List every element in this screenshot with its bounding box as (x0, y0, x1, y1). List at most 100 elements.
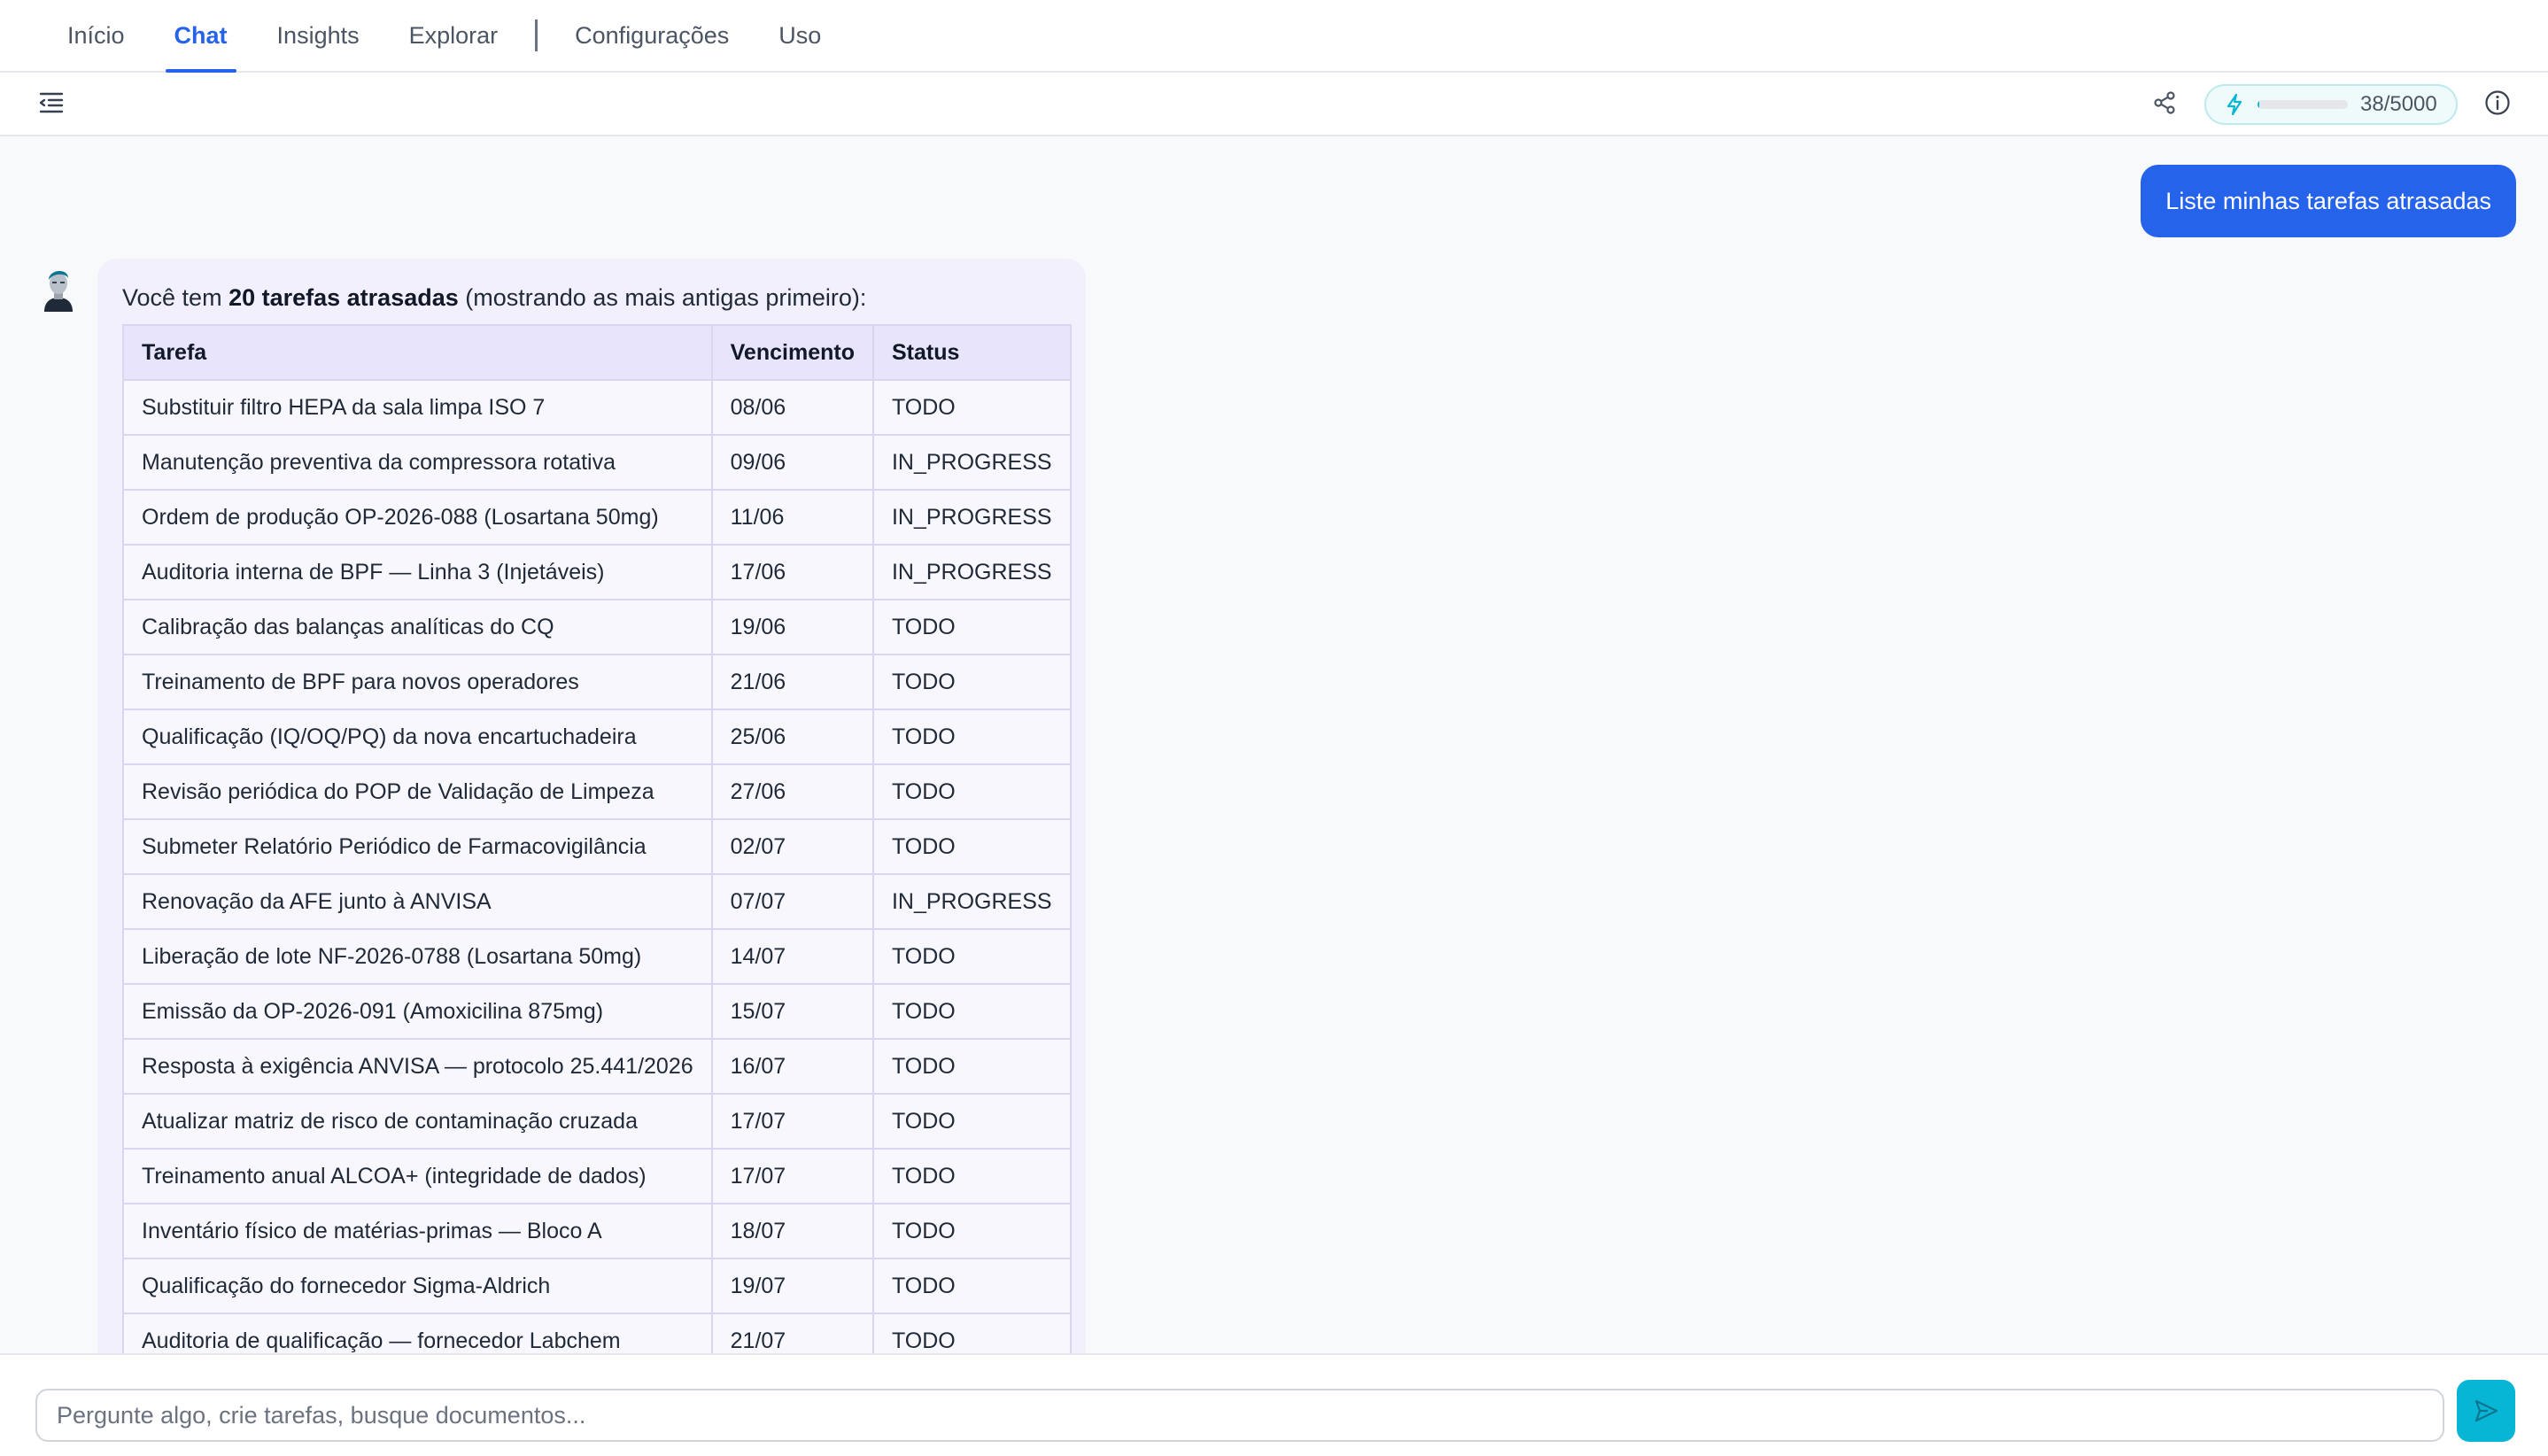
status-cell: IN_PROGRESS (871, 434, 1072, 491)
table-row: Calibração das balanças analíticas do CQ… (122, 599, 1072, 655)
lightning-icon (2224, 94, 2245, 115)
table-row: Revisão periódica do POP de Validação de… (122, 763, 1072, 820)
task-name-cell: Manutenção preventiva da compressora rot… (122, 434, 713, 491)
status-cell: TODO (871, 928, 1072, 985)
quota-progress-fill (2258, 100, 2260, 109)
due-date-cell: 08/06 (710, 379, 874, 436)
table-row: Liberação de lote NF-2026-0788 (Losartan… (122, 928, 1072, 985)
due-date-cell: 09/06 (710, 434, 874, 491)
sidebar-collapse-button[interactable] (35, 87, 67, 119)
status-cell: TODO (871, 654, 1072, 710)
user-message: Liste minhas tarefas atrasadas (2141, 165, 2516, 237)
chat-input[interactable] (35, 1389, 2444, 1442)
table-row: Treinamento de BPF para novos operadores… (122, 654, 1072, 710)
due-date-cell: 21/06 (710, 654, 874, 710)
due-date-cell: 07/07 (710, 873, 874, 930)
send-button[interactable] (2457, 1380, 2515, 1442)
task-name-cell: Emissão da OP-2026-091 (Amoxicilina 875m… (122, 983, 713, 1040)
table-row: Atualizar matriz de risco de contaminaçã… (122, 1093, 1072, 1150)
table-row: Renovação da AFE junto à ANVISA 07/07 IN_P… (122, 873, 1072, 930)
due-date-cell: 21/07 (710, 1313, 874, 1353)
tab-configuracoes[interactable]: Configurações (550, 0, 754, 71)
status-cell: TODO (871, 1093, 1072, 1150)
due-date-cell: 19/07 (710, 1258, 874, 1314)
sidebar-collapse-icon (39, 92, 64, 113)
table-row: Auditoria interna de BPF — Linha 3 (Inje… (122, 544, 1072, 600)
status-cell: TODO (871, 709, 1072, 765)
table-row: Treinamento anual ALCOA+ (integridade de… (122, 1148, 1072, 1204)
due-date-cell: 18/07 (710, 1203, 874, 1259)
top-nav: Início Chat Insights Explorar Configuraç… (0, 0, 2548, 73)
due-date-cell: 17/07 (710, 1148, 874, 1204)
status-cell: IN_PROGRESS (871, 873, 1072, 930)
tab-chat[interactable]: Chat (150, 0, 252, 73)
share-icon (2154, 91, 2175, 114)
status-cell: TODO (871, 763, 1072, 820)
tab-inicio[interactable]: Início (43, 0, 150, 71)
table-row: Submeter Relatório Periódico de Farmacov… (122, 818, 1072, 875)
task-name-cell: Resposta à exigência ANVISA — protocolo … (122, 1038, 713, 1095)
info-button[interactable] (2482, 87, 2513, 119)
due-date-cell: 15/07 (710, 983, 874, 1040)
status-cell: IN_PROGRESS (871, 544, 1072, 600)
due-date-cell: 14/07 (710, 928, 874, 985)
task-name-cell: Calibração das balanças analíticas do CQ (122, 599, 713, 655)
status-cell: TODO (871, 983, 1072, 1040)
header-status: Status (871, 324, 1072, 381)
table-header-row: Tarefa Vencimento Status (122, 324, 1072, 381)
chat-toolbar: 38/5000 (0, 73, 2548, 136)
task-name-cell: Auditoria interna de BPF — Linha 3 (Inje… (122, 544, 713, 600)
task-name-cell: Liberação de lote NF-2026-0788 (Losartan… (122, 928, 713, 985)
status-cell: TODO (871, 1038, 1072, 1095)
tab-divider (535, 19, 538, 51)
due-date-cell: 02/07 (710, 818, 874, 875)
status-cell: IN_PROGRESS (871, 489, 1072, 546)
status-cell: TODO (871, 1203, 1072, 1259)
chat-thread: Liste minhas tarefas atrasadas Você tem … (0, 136, 2548, 1353)
task-name-cell: Treinamento anual ALCOA+ (integridade de… (122, 1148, 713, 1204)
quota-count: 38/5000 (2360, 92, 2437, 116)
status-cell: TODO (871, 818, 1072, 875)
table-row: Resposta à exigência ANVISA — protocolo … (122, 1038, 1072, 1095)
status-cell: TODO (871, 1148, 1072, 1204)
table-row: Manutenção preventiva da compressora rot… (122, 434, 1072, 491)
status-cell: TODO (871, 379, 1072, 436)
header-vencimento: Vencimento (710, 324, 874, 381)
task-name-cell: Submeter Relatório Periódico de Farmacov… (122, 818, 713, 875)
quota-progress-bar (2258, 100, 2348, 109)
due-date-cell: 27/06 (710, 763, 874, 820)
task-name-cell: Qualificação (IQ/OQ/PQ) da nova encartuc… (122, 709, 713, 765)
task-name-cell: Substituir filtro HEPA da sala limpa ISO… (122, 379, 713, 436)
status-cell: TODO (871, 1313, 1072, 1353)
table-row: Qualificação do fornecedor Sigma-Aldrich… (122, 1258, 1072, 1314)
assistant-avatar (41, 264, 76, 312)
task-name-cell: Renovação da AFE junto à ANVISA (122, 873, 713, 930)
tab-explorar[interactable]: Explorar (384, 0, 523, 71)
due-date-cell: 16/07 (710, 1038, 874, 1095)
tab-insights[interactable]: Insights (252, 0, 384, 71)
table-row: Qualificação (IQ/OQ/PQ) da nova encartuc… (122, 709, 1072, 765)
task-name-cell: Revisão periódica do POP de Validação de… (122, 763, 713, 820)
assistant-intro: Você tem 20 tarefas atrasadas (mostrando… (122, 284, 867, 311)
usage-quota: 38/5000 (2204, 84, 2458, 125)
send-icon (2474, 1399, 2498, 1422)
overdue-count: 20 tarefas atrasadas (228, 284, 459, 311)
tab-uso[interactable]: Uso (754, 0, 846, 71)
overdue-tasks-table: Tarefa Vencimento Status Substituir filt… (122, 324, 1072, 1353)
info-icon (2485, 90, 2510, 115)
assistant-message: Você tem 20 tarefas atrasadas (mostrando… (97, 259, 1086, 1353)
due-date-cell: 25/06 (710, 709, 874, 765)
task-name-cell: Ordem de produção OP-2026-088 (Losartana… (122, 489, 713, 546)
table-row: Ordem de produção OP-2026-088 (Losartana… (122, 489, 1072, 546)
table-row: Inventário físico de matérias-primas — B… (122, 1203, 1072, 1259)
task-name-cell: Treinamento de BPF para novos operadores (122, 654, 713, 710)
task-name-cell: Inventário físico de matérias-primas — B… (122, 1203, 713, 1259)
composer (0, 1353, 2548, 1456)
header-tarefa: Tarefa (122, 324, 713, 381)
due-date-cell: 17/06 (710, 544, 874, 600)
due-date-cell: 19/06 (710, 599, 874, 655)
share-button[interactable] (2149, 87, 2180, 119)
task-name-cell: Qualificação do fornecedor Sigma-Aldrich (122, 1258, 713, 1314)
table-row: Emissão da OP-2026-091 (Amoxicilina 875m… (122, 983, 1072, 1040)
status-cell: TODO (871, 599, 1072, 655)
